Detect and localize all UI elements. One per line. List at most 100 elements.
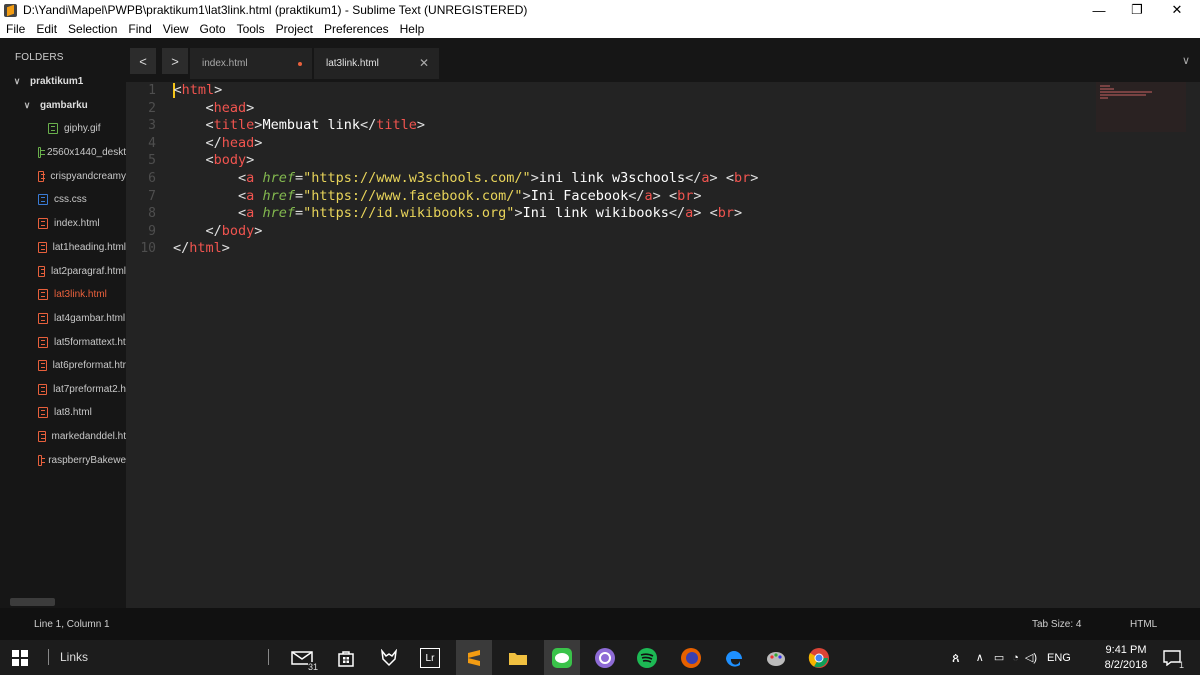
- sidebar-item-lat5formattext[interactable]: lat5formattext.ht: [0, 331, 126, 353]
- sidebar-item-label: lat1heading.html: [52, 241, 126, 253]
- wifi-icon[interactable]: ◔: [1012, 652, 1019, 664]
- unsaved-dot-icon: [298, 62, 302, 66]
- paint-icon[interactable]: [764, 646, 788, 670]
- fox-app-icon[interactable]: [377, 646, 401, 670]
- sidebar: FOLDERS ∨ praktikum1 ∨ gambarku giphy.gi…: [0, 38, 126, 608]
- syntax-mode[interactable]: HTML: [1130, 619, 1157, 630]
- close-tab-icon[interactable]: ✕: [419, 56, 429, 70]
- menu-preferences[interactable]: Preferences: [324, 22, 389, 36]
- sidebar-item-giphy[interactable]: giphy.gif: [0, 117, 126, 139]
- people-icon[interactable]: ጰ: [952, 650, 960, 666]
- code-line[interactable]: <title>Membuat link</title>: [173, 117, 426, 135]
- code-line[interactable]: <a href="https://www.w3schools.com/">ini…: [173, 170, 758, 188]
- line-number: 6: [148, 171, 156, 186]
- close-window-button[interactable]: ✕: [1154, 0, 1200, 20]
- folders-header: FOLDERS: [15, 52, 64, 63]
- sidebar-item-lat6preformat[interactable]: lat6preformat.htr: [0, 354, 126, 376]
- chevron-down-icon: ∨: [13, 75, 21, 86]
- file-explorer-icon[interactable]: [506, 646, 530, 670]
- menu-edit[interactable]: Edit: [36, 22, 57, 36]
- html-file-icon: [38, 241, 47, 253]
- sidebar-item-raspberrybakewell[interactable]: raspberryBakewe: [0, 449, 126, 471]
- divider: [268, 649, 269, 665]
- sidebar-item-lat3link[interactable]: lat3link.html: [0, 283, 126, 305]
- window-titlebar: D:\Yandi\Mapel\PWPB\praktikum1\lat3link.…: [0, 0, 1200, 20]
- css-file-icon: [38, 193, 48, 205]
- chevron-down-icon: ∨: [23, 99, 31, 110]
- sidebar-scrollbar[interactable]: [10, 598, 55, 606]
- battery-icon[interactable]: ▭: [994, 651, 1004, 664]
- sublime-text-taskbar-icon[interactable]: [456, 640, 492, 675]
- notification-center-icon[interactable]: 1: [1160, 646, 1184, 670]
- sidebar-item-lat4gambar[interactable]: lat4gambar.html: [0, 307, 126, 329]
- code-line[interactable]: <a href="https://id.wikibooks.org">Ini l…: [173, 205, 742, 223]
- edge-icon[interactable]: [722, 646, 746, 670]
- image-file-icon: [48, 122, 58, 134]
- sidebar-item-wallpaper[interactable]: 2560x1440_deskt: [0, 141, 126, 163]
- lightroom-icon[interactable]: Lr: [420, 648, 440, 668]
- line-number: 1: [148, 83, 156, 98]
- code-line[interactable]: <a href="https://www.facebook.com/">Ini …: [173, 188, 701, 206]
- line-number: 8: [148, 206, 156, 222]
- menu-project[interactable]: Project: [276, 22, 313, 36]
- code-line[interactable]: <html>: [173, 82, 222, 100]
- tab-list-chevron-icon[interactable]: ∨: [1182, 54, 1190, 67]
- code-editor[interactable]: 1 2 3 4 5 6 7 8 9 10 <html> <head> <titl…: [126, 82, 1200, 608]
- menu-goto[interactable]: Goto: [200, 22, 226, 36]
- html-file-icon: [38, 454, 45, 466]
- volume-icon[interactable]: ◁): [1025, 651, 1037, 664]
- messenger-icon[interactable]: [593, 646, 617, 670]
- code-line[interactable]: </html>: [173, 240, 230, 258]
- firefox-icon[interactable]: [679, 646, 703, 670]
- menu-file[interactable]: File: [6, 22, 25, 36]
- menu-help[interactable]: Help: [400, 22, 425, 36]
- sidebar-item-label: raspberryBakewe: [48, 454, 126, 466]
- sidebar-item-lat8[interactable]: lat8.html: [0, 401, 126, 423]
- sidebar-folder-praktikum1[interactable]: ∨ praktikum1: [0, 70, 126, 92]
- sidebar-item-crispyandcreamy[interactable]: crispyandcreamy: [0, 165, 126, 187]
- forward-button[interactable]: >: [162, 48, 188, 74]
- chrome-icon[interactable]: [807, 646, 831, 670]
- menu-selection[interactable]: Selection: [68, 22, 117, 36]
- code-line[interactable]: <head>: [173, 100, 255, 118]
- spotify-icon[interactable]: [635, 646, 659, 670]
- cursor-position[interactable]: Line 1, Column 1: [34, 619, 110, 630]
- code-line[interactable]: <body>: [173, 152, 255, 170]
- sidebar-item-lat7preformat2[interactable]: lat7preformat2.h: [0, 378, 126, 400]
- sidebar-item-markedanddel[interactable]: markedanddel.ht: [0, 425, 126, 447]
- line-number: 2: [148, 100, 156, 116]
- clock[interactable]: 9:41 PM 8/2/2018: [1100, 643, 1152, 673]
- code-line[interactable]: </head>: [173, 135, 263, 153]
- sidebar-item-label: lat6preformat.htr: [52, 359, 126, 371]
- menu-view[interactable]: View: [163, 22, 189, 36]
- menu-find[interactable]: Find: [128, 22, 151, 36]
- windows-taskbar: Links 31 Lr ጰ ∧ ▭ ◔ ◁) ENG 9:41 PM 8/2/2…: [0, 640, 1200, 675]
- sidebar-item-css[interactable]: css.css: [0, 188, 126, 210]
- chevron-up-icon[interactable]: ∧: [976, 651, 984, 664]
- tab-size[interactable]: Tab Size: 4: [1032, 619, 1081, 630]
- code-line[interactable]: </body>: [173, 223, 263, 241]
- html-file-icon: [38, 336, 48, 348]
- sidebar-item-label: css.css: [54, 193, 87, 205]
- tab-label: index.html: [202, 58, 248, 69]
- line-app-icon[interactable]: [544, 640, 580, 675]
- windows-start-button[interactable]: [8, 646, 32, 670]
- taskbar-search-label[interactable]: Links: [60, 650, 88, 664]
- back-button[interactable]: <: [130, 48, 156, 74]
- tab-lat3link-html[interactable]: lat3link.html ✕: [314, 48, 439, 79]
- tab-index-html[interactable]: index.html: [190, 48, 312, 79]
- sidebar-item-lat1heading[interactable]: lat1heading.html: [0, 236, 126, 258]
- sidebar-folder-gambarku[interactable]: ∨ gambarku: [0, 94, 126, 116]
- divider: [48, 649, 49, 665]
- language-indicator[interactable]: ENG: [1047, 652, 1071, 664]
- minimap[interactable]: [1096, 82, 1186, 132]
- html-file-icon: [38, 265, 45, 277]
- sidebar-item-lat2paragraf[interactable]: lat2paragraf.html: [0, 260, 126, 282]
- store-icon[interactable]: [334, 646, 358, 670]
- mail-badge: 31: [307, 662, 318, 672]
- mail-icon[interactable]: 31: [290, 646, 318, 672]
- sidebar-item-index[interactable]: index.html: [0, 212, 126, 234]
- sidebar-item-label: giphy.gif: [64, 122, 101, 134]
- menu-tools[interactable]: Tools: [237, 22, 265, 36]
- html-file-icon: [38, 170, 45, 182]
